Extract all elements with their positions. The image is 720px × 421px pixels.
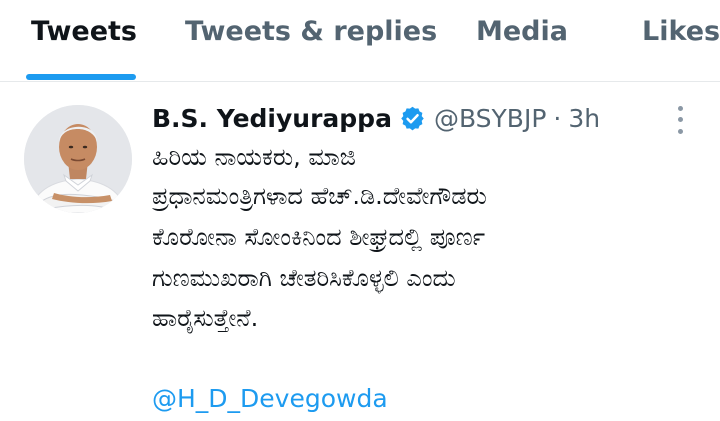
- tweet-timestamp[interactable]: 3h: [568, 104, 600, 133]
- tweet[interactable]: B.S. Yediyurappa @BSYBJP · 3h ಹಿರಿಯ ನಾಯಕ…: [0, 83, 720, 421]
- verified-badge-icon: [401, 106, 424, 130]
- profile-tab-bar: Tweets Tweets & replies Media Likes: [0, 0, 720, 82]
- author-handle[interactable]: @BSYBJP: [434, 104, 546, 133]
- tweet-header: B.S. Yediyurappa @BSYBJP · 3h: [152, 101, 600, 135]
- avatar-portrait-icon: [24, 105, 132, 213]
- mention-link[interactable]: @H_D_Devegowda: [152, 382, 388, 416]
- tweet-text-line: ಕೊರೋನಾ ಸೋಂಕಿನಿಂದ ಶೀಘ್ರದಲ್ಲಿ ಪೂರ್ಣ: [152, 223, 486, 251]
- tweet-text-line: ಹಾರೈಸುತ್ತೇನೆ.: [152, 304, 259, 332]
- tab-likes[interactable]: Likes: [642, 16, 720, 47]
- tab-media[interactable]: Media: [476, 16, 568, 47]
- separator-dot: ·: [553, 103, 562, 133]
- tab-tweets[interactable]: Tweets: [31, 16, 137, 47]
- tweet-text-line: ಗುಣಮುಖರಾಗಿ ಚೇತರಿಸಿಕೊಳ್ಳಲಿ ಎಂದು: [152, 264, 456, 292]
- tab-tweets-and-replies[interactable]: Tweets & replies: [185, 16, 437, 47]
- tweet-text-line: ಹಿರಿಯ ನಾಯಕರು, ಮಾಜಿ: [152, 143, 356, 171]
- tweet-text-line: ಪ್ರಧಾನಮಂತ್ರಿಗಳಾದ ಹೆಚ್.ಡಿ.ದೇವೇಗೌಡರು: [152, 182, 487, 210]
- active-tab-indicator: [26, 74, 136, 80]
- more-vertical-icon[interactable]: [672, 103, 688, 137]
- avatar[interactable]: [24, 105, 132, 213]
- author-name[interactable]: B.S. Yediyurappa: [152, 104, 392, 133]
